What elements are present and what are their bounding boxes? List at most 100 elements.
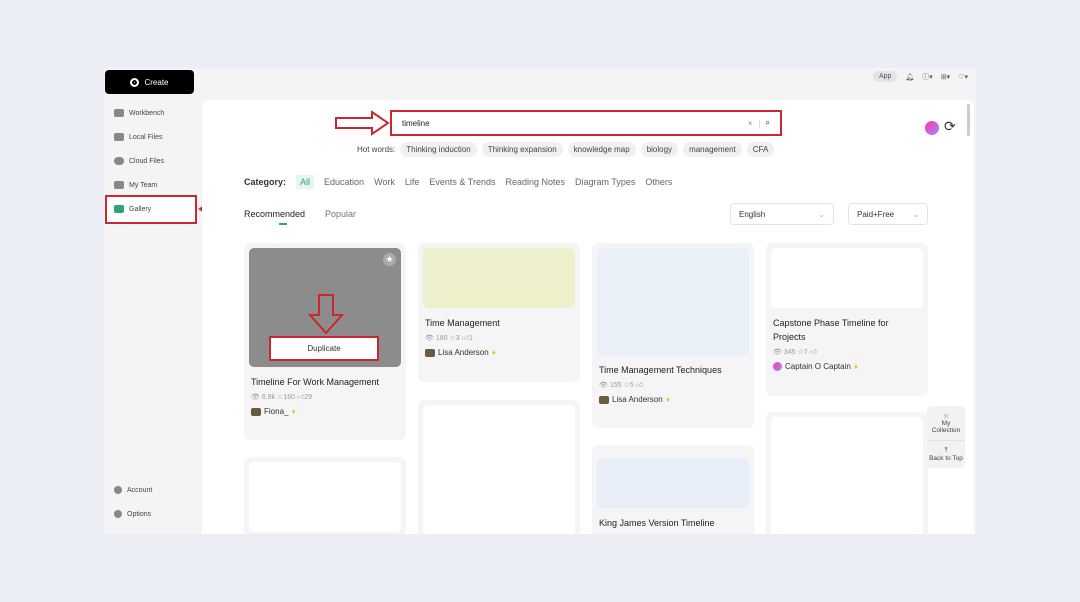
price-select[interactable]: Paid+Free ⌄ xyxy=(848,203,928,225)
sidebar-item-account[interactable]: Account xyxy=(114,486,152,494)
grid-icon[interactable]: ⊞▾ xyxy=(941,73,950,81)
category-item[interactable]: Life xyxy=(405,177,420,187)
app-button[interactable]: App xyxy=(872,71,898,82)
card-thumbnail xyxy=(597,458,749,508)
hot-word[interactable]: Thinking expansion xyxy=(481,142,563,157)
template-card[interactable]: ★ Duplicate Timeline For Work Management… xyxy=(244,243,406,440)
label: Gallery xyxy=(129,205,152,213)
chevron-down-icon: ⌄ xyxy=(818,209,825,219)
card-author[interactable]: Lisa Anderson ♦ xyxy=(599,395,747,404)
card-stats: 👁︎ 180 ☆3 👍︎1 xyxy=(425,335,473,342)
category-all[interactable]: All xyxy=(296,175,315,189)
gallery-main: timeline × | ⌕ ⟳ Hot words: Thinking ind… xyxy=(202,100,974,534)
card-thumbnail xyxy=(423,405,575,534)
sidebar-item-cloud-files[interactable]: Cloud Files xyxy=(114,157,164,165)
label: Account xyxy=(127,486,153,494)
sidebar-item-options[interactable]: Options xyxy=(114,510,151,518)
refresh-icon[interactable]: ⟳ xyxy=(944,118,956,135)
template-card[interactable] xyxy=(766,412,928,534)
my-collection-button[interactable]: ☆ My Collection xyxy=(927,406,965,441)
gem-icon: ♦ xyxy=(291,407,296,416)
card-thumbnail xyxy=(597,248,749,355)
template-card[interactable]: Time Management Techniques 👁︎ 155 ☆5 👍︎ … xyxy=(592,243,754,428)
sidebar-item-gallery[interactable]: Gallery xyxy=(114,205,151,213)
sidebar-item-local-files[interactable]: Local Files xyxy=(114,133,162,141)
scrollbar[interactable] xyxy=(967,104,970,136)
hot-word[interactable]: Thinking induction xyxy=(400,142,477,157)
category-item[interactable]: Diagram Types xyxy=(575,177,635,187)
card-author[interactable]: Lisa Anderson ♦ xyxy=(425,348,573,357)
create-button[interactable]: Create xyxy=(105,70,194,94)
arrow-up-icon: ⤒ xyxy=(944,447,948,454)
card-stats: 👁︎ 6.9k ☆160 👍︎29 xyxy=(251,394,313,401)
shirt-icon[interactable]: ♡▾ xyxy=(958,73,968,81)
template-card[interactable]: Capstone Phase Timeline for Projects 👁︎ … xyxy=(766,243,928,396)
search-icon[interactable]: ⌕ xyxy=(766,118,770,128)
tab-popular[interactable]: Popular xyxy=(325,209,356,219)
tab-recommended[interactable]: Recommended xyxy=(244,209,305,225)
cloud-icon xyxy=(114,157,124,165)
gem-icon: ♦ xyxy=(665,395,670,404)
avatar[interactable] xyxy=(925,121,939,135)
hot-word[interactable]: biology xyxy=(640,142,679,157)
workbench-icon xyxy=(114,109,124,117)
card-author[interactable]: Fiona_ ♦ xyxy=(251,407,399,416)
card-title: King James Version Timeline xyxy=(599,518,715,528)
card-title: Time Management Techniques xyxy=(599,365,722,375)
author-avatar xyxy=(251,407,261,416)
hot-word[interactable]: CFA xyxy=(746,142,775,157)
sidebar-item-my-team[interactable]: My Team xyxy=(114,181,157,189)
arrow-right-annotation xyxy=(335,110,390,136)
category-item[interactable]: Reading Notes xyxy=(505,177,565,187)
star-icon: ☆ xyxy=(943,413,949,420)
hot-words: Hot words: Thinking induction Thinking e… xyxy=(357,142,775,157)
card-stats: 👁︎ 345 ☆7 👍︎ xyxy=(773,349,817,356)
search-input[interactable]: timeline × | ⌕ xyxy=(390,110,782,136)
category-item[interactable]: Others xyxy=(645,177,672,187)
template-card[interactable] xyxy=(244,457,406,534)
category-item[interactable]: Events & Trends xyxy=(429,177,495,187)
card-thumbnail xyxy=(423,248,575,308)
gem-icon: ♦ xyxy=(853,362,858,371)
card-title: Capstone Phase Timeline for Projects xyxy=(773,318,889,342)
duplicate-button[interactable]: Duplicate xyxy=(269,336,379,361)
template-card[interactable] xyxy=(418,400,580,534)
card-author[interactable]: Captain O Captain ♦ xyxy=(773,362,921,371)
hot-word[interactable]: knowledge map xyxy=(567,142,636,157)
label: Workbench xyxy=(129,109,165,117)
template-card[interactable]: King James Version Timeline xyxy=(592,445,754,534)
category-filter: Category: All Education Work Life Events… xyxy=(244,175,672,189)
template-card[interactable]: Time Management 👁︎ 180 ☆3 👍︎1 Lisa Ander… xyxy=(418,243,580,382)
sort-tabs: Recommended Popular xyxy=(244,209,356,225)
back-to-top-button[interactable]: ⤒ Back to Top xyxy=(927,441,965,468)
author-avatar xyxy=(425,348,435,357)
label: Back to Top xyxy=(929,455,963,462)
price-value: Paid+Free xyxy=(857,209,895,219)
hot-word[interactable]: management xyxy=(683,142,742,157)
author-avatar xyxy=(599,395,609,404)
sidebar-item-workbench[interactable]: Workbench xyxy=(114,109,164,117)
card-thumbnail: ★ Duplicate xyxy=(249,248,401,367)
language-select[interactable]: English ⌄ xyxy=(730,203,834,225)
star-icon[interactable]: ★ xyxy=(383,253,396,266)
bell-icon[interactable]: 🔔︎ xyxy=(905,73,914,81)
duplicate-label: Duplicate xyxy=(307,344,341,353)
card-thumbnail xyxy=(771,417,923,534)
clear-icon[interactable]: × xyxy=(748,119,753,128)
side-panel: ☆ My Collection ⤒ Back to Top xyxy=(927,406,965,468)
gem-icon: ♦ xyxy=(491,348,496,357)
app-window: Create Workbench Local Files Cloud Files… xyxy=(104,68,976,534)
card-thumbnail xyxy=(771,248,923,308)
card-stats: 👁︎ 155 ☆5 👍︎ xyxy=(599,382,643,389)
label: Cloud Files xyxy=(129,157,165,165)
team-icon xyxy=(114,181,124,189)
category-item[interactable]: Education xyxy=(324,177,364,187)
label: Options xyxy=(127,510,152,518)
author-avatar xyxy=(773,362,782,371)
help-icon[interactable]: ⓘ▾ xyxy=(922,72,933,82)
label: My Team xyxy=(129,181,158,189)
top-toolbar: App 🔔︎ ⓘ▾ ⊞▾ ♡▾ xyxy=(872,71,968,82)
category-item[interactable]: Work xyxy=(374,177,395,187)
folder-icon xyxy=(114,133,124,141)
gear-icon xyxy=(114,510,122,518)
